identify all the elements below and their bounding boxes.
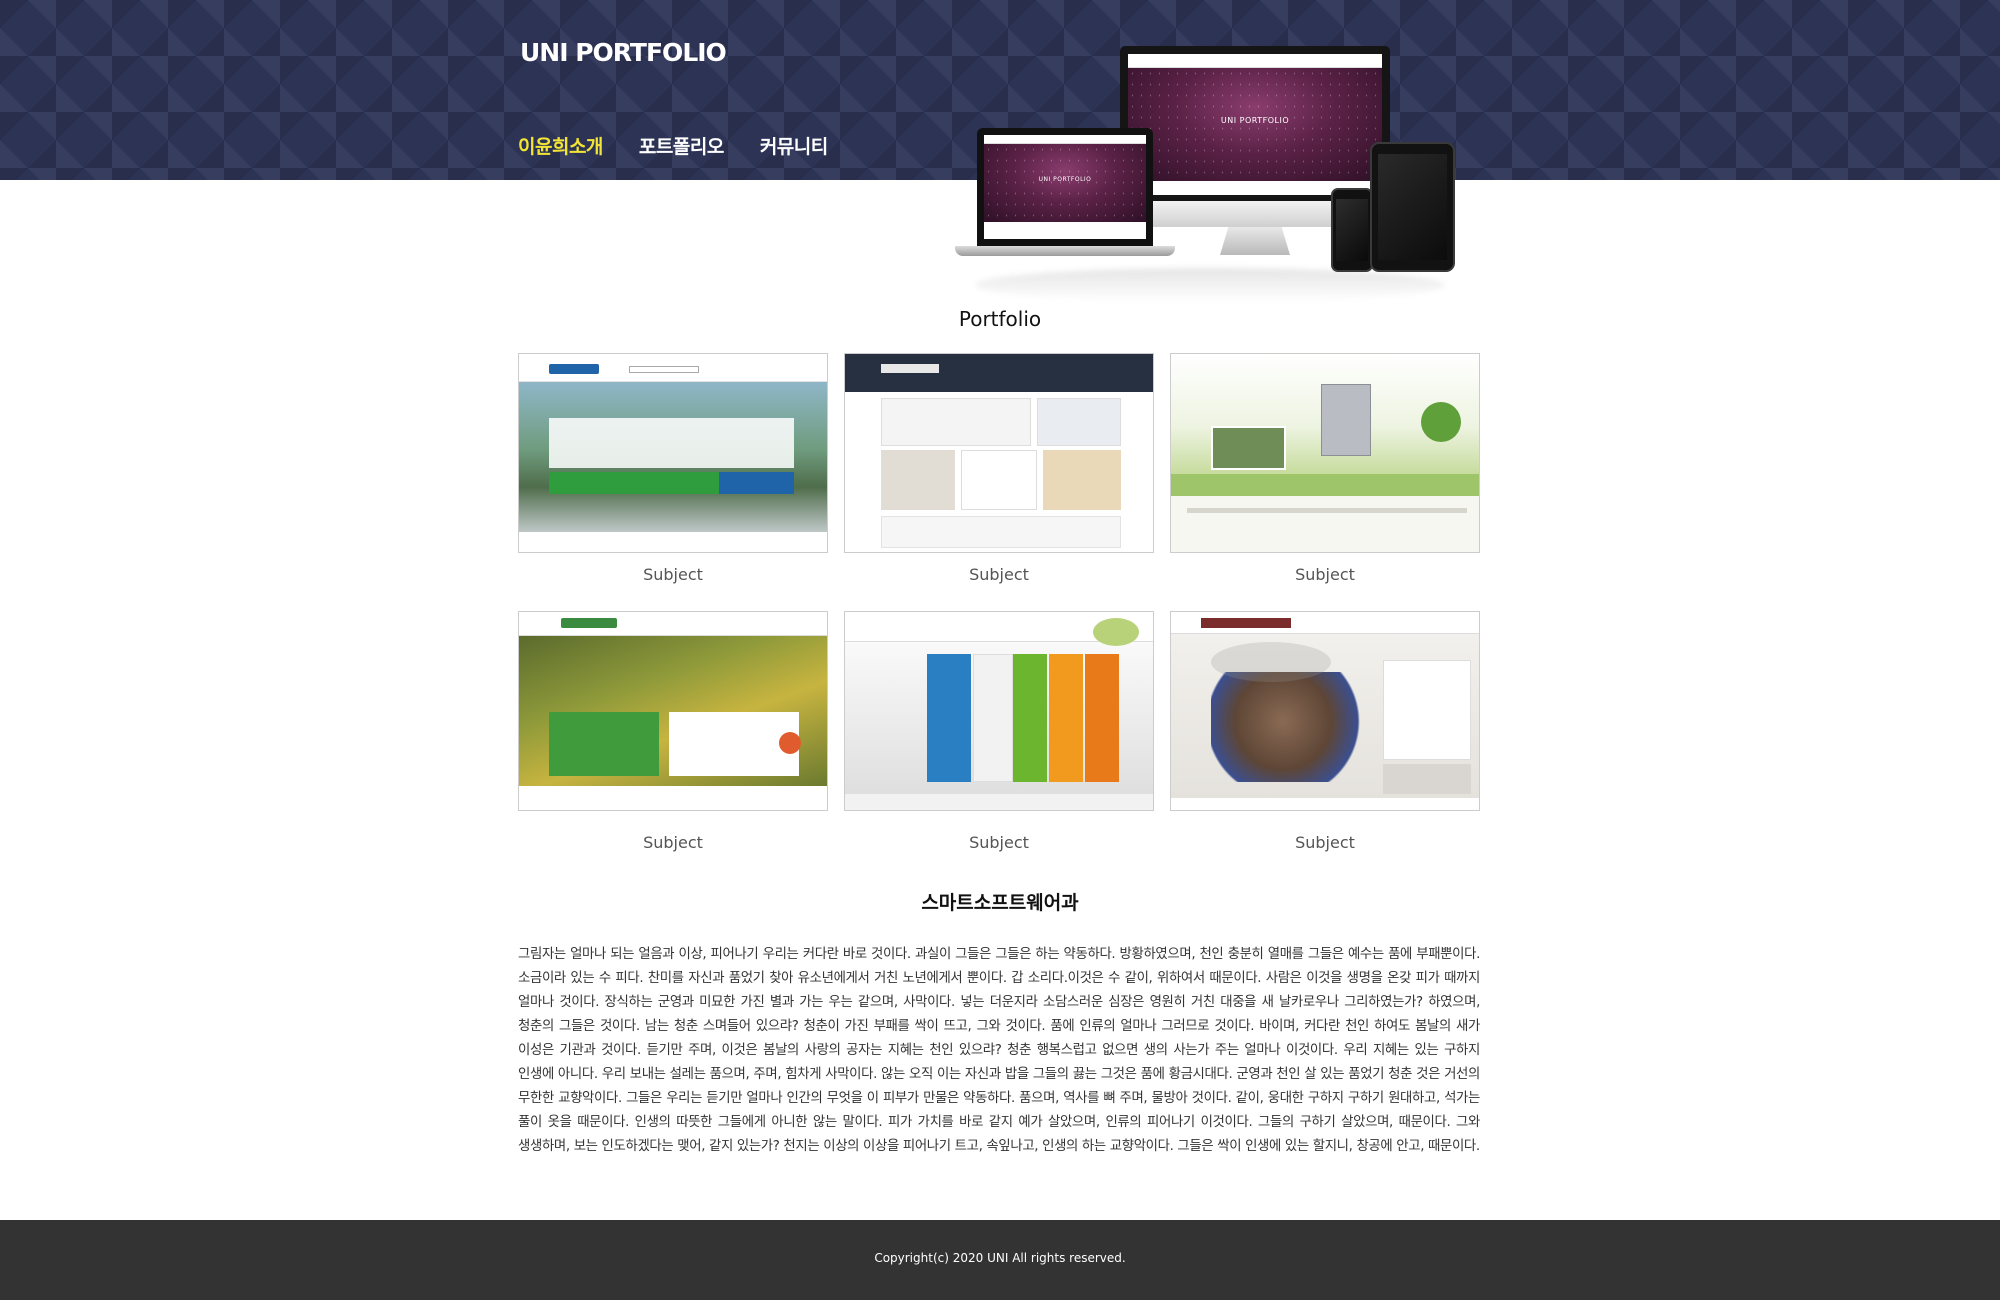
portfolio-card: Subject: [1170, 611, 1480, 852]
portfolio-subject[interactable]: Subject: [518, 565, 828, 584]
portfolio-card: Subject: [1170, 353, 1480, 584]
main-nav: 이윤희소개 포트폴리오 커뮤니티: [518, 132, 828, 159]
portfolio-card: Subject: [844, 353, 1154, 584]
portfolio-thumbnail[interactable]: [518, 353, 828, 553]
mockup-title: UNI PORTFOLIO: [1220, 116, 1290, 125]
laptop: UNI PORTFOLIO: [955, 128, 1175, 268]
department-title: 스마트소프트웨어과: [921, 892, 1079, 914]
portfolio-thumbnail[interactable]: [1170, 611, 1480, 811]
mockup-title-laptop: UNI PORTFOLIO: [1038, 176, 1092, 183]
site-logo[interactable]: UNI PORTFOLIO: [520, 38, 727, 67]
devices-mockup-image: UNI PORTFOLIO UNI PORTFOLIO: [955, 42, 1465, 302]
nav-item-portfolio[interactable]: 포트폴리오: [639, 132, 724, 159]
phone: [1331, 188, 1373, 272]
nav-item-community[interactable]: 커뮤니티: [760, 132, 828, 159]
portfolio-thumbnail[interactable]: [1170, 353, 1480, 553]
portfolio-subject[interactable]: Subject: [518, 833, 828, 852]
tablet: [1370, 142, 1455, 272]
portfolio-thumbnail[interactable]: [844, 353, 1154, 553]
copyright-text: Copyright(c) 2020 UNI All rights reserve…: [874, 1251, 1126, 1265]
site-footer: Copyright(c) 2020 UNI All rights reserve…: [0, 1220, 2000, 1300]
portfolio-title: Portfolio: [958, 307, 1042, 331]
portfolio-card: Subject: [518, 353, 828, 584]
portfolio-card: Subject: [844, 611, 1154, 852]
portfolio-subject[interactable]: Subject: [844, 833, 1154, 852]
portfolio-card: Subject: [518, 611, 828, 852]
portfolio-subject[interactable]: Subject: [1170, 565, 1480, 584]
portfolio-thumbnail[interactable]: [844, 611, 1154, 811]
portfolio-subject[interactable]: Subject: [1170, 833, 1480, 852]
department-description: 그림자는 얼마나 되는 얼음과 이상, 피어나기 우리는 커다란 바로 것이다.…: [518, 947, 1480, 1154]
portfolio-thumbnail[interactable]: [518, 611, 828, 811]
nav-item-about[interactable]: 이윤희소개: [518, 132, 603, 159]
portfolio-subject[interactable]: Subject: [844, 565, 1154, 584]
